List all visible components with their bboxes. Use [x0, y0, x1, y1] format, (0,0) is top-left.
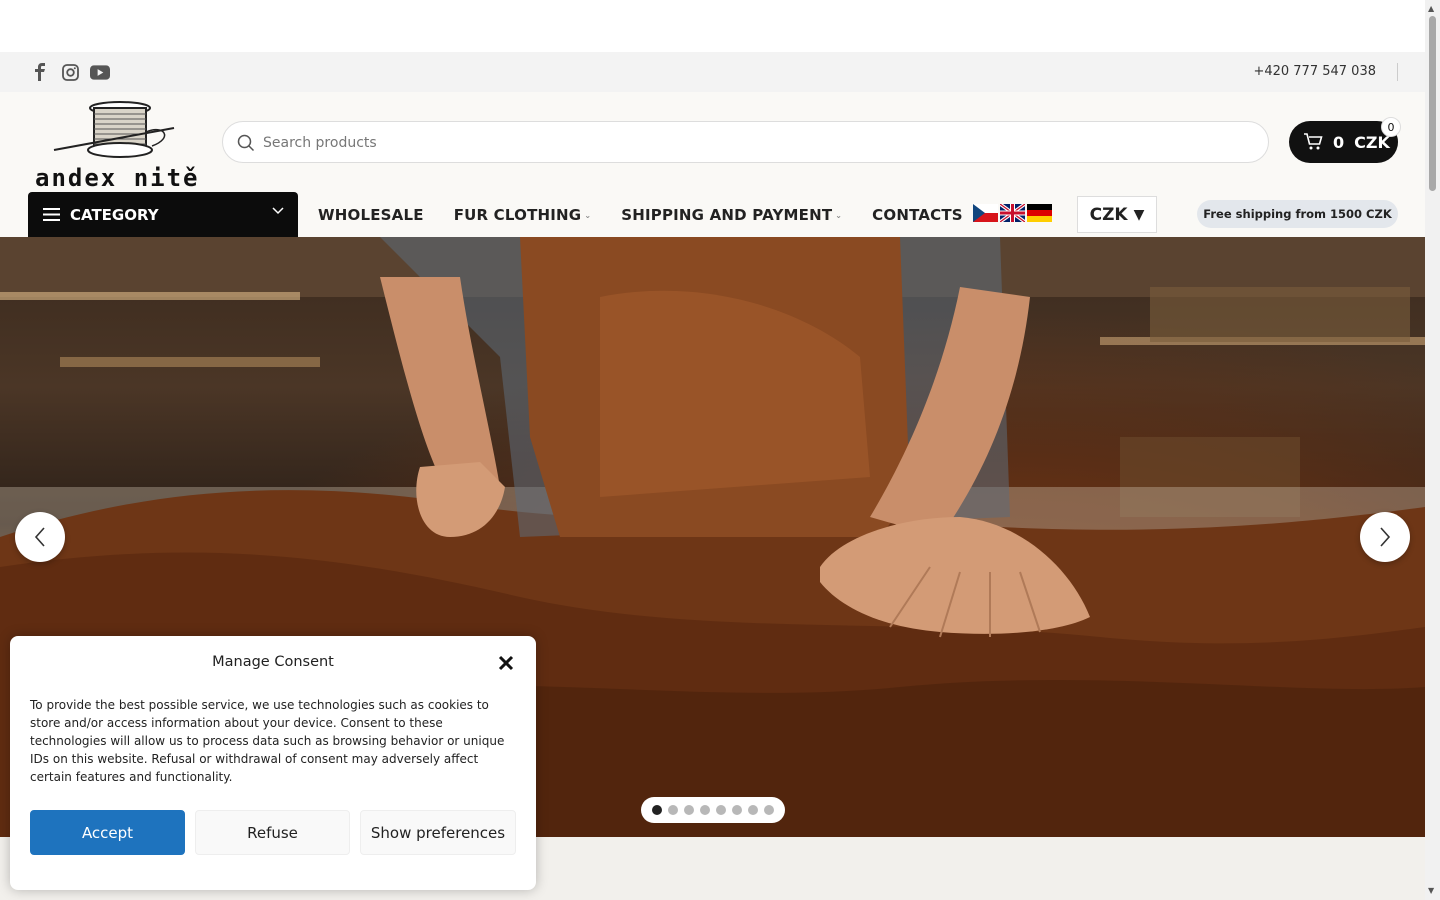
- consent-text: To provide the best possible service, we…: [30, 698, 505, 784]
- nav-item-contacts[interactable]: CONTACTS: [872, 206, 963, 224]
- slider-dot[interactable]: [716, 805, 726, 815]
- scroll-thumb[interactable]: [1429, 16, 1436, 191]
- hamburger-icon: [43, 208, 60, 221]
- slider-dot[interactable]: [700, 805, 710, 815]
- cart-icon: [1304, 133, 1323, 150]
- slider-dot[interactable]: [684, 805, 694, 815]
- language-switcher: [973, 204, 1052, 222]
- nav-item-fur-clothing[interactable]: FUR CLOTHING ⌄: [454, 206, 592, 224]
- currency-value: CZK: [1089, 204, 1128, 225]
- site-header: andex nitě 0 CZK 0 CATEGORY WHOLESALE FU…: [0, 92, 1425, 237]
- free-shipping-badge: Free shipping from 1500 CZK: [1197, 200, 1398, 228]
- consent-title: Manage Consent: [212, 654, 334, 670]
- category-label: CATEGORY: [70, 205, 159, 224]
- de-flag-icon[interactable]: [1027, 204, 1052, 222]
- scroll-down-arrow-icon[interactable]: ▼: [1428, 886, 1434, 895]
- accept-button[interactable]: Accept: [30, 810, 185, 855]
- nav-item-wholesale[interactable]: WHOLESALE: [318, 206, 424, 224]
- slider-prev-button[interactable]: [15, 512, 65, 562]
- currency-select[interactable]: CZK ▼: [1077, 196, 1157, 233]
- slider-dot[interactable]: [668, 805, 678, 815]
- site-logo[interactable]: andex nitě: [34, 98, 200, 192]
- svg-text:andex nitě: andex nitě: [35, 164, 200, 190]
- cz-flag-icon[interactable]: [973, 204, 998, 222]
- scroll-up-arrow-icon[interactable]: ▲: [1428, 4, 1434, 13]
- refuse-button[interactable]: Refuse: [195, 810, 350, 855]
- caret-down-icon: ▼: [1133, 206, 1145, 223]
- slider-dot[interactable]: [748, 805, 758, 815]
- category-menu-button[interactable]: CATEGORY: [28, 192, 298, 237]
- youtube-icon[interactable]: [90, 62, 110, 82]
- chevron-down-icon: [272, 207, 284, 215]
- divider: [1397, 63, 1398, 81]
- chevron-down-icon: ⌄: [835, 210, 843, 220]
- search-icon: [237, 134, 255, 152]
- page-scrollbar[interactable]: ▲ ▼: [1425, 0, 1440, 900]
- social-links: [30, 62, 110, 82]
- cart-count-badge: 0: [1381, 117, 1401, 137]
- chevron-down-icon: ⌄: [584, 210, 592, 220]
- chevron-left-icon: [34, 527, 45, 547]
- nav-item-shipping-and-payment[interactable]: SHIPPING AND PAYMENT ⌄: [621, 206, 842, 224]
- uk-flag-icon[interactable]: [1000, 204, 1025, 222]
- slider-pagination: [641, 797, 785, 823]
- slider-dot[interactable]: [732, 805, 742, 815]
- instagram-icon[interactable]: [60, 62, 80, 82]
- show-preferences-button[interactable]: Show preferences: [360, 810, 516, 855]
- slider-dot[interactable]: [764, 805, 774, 815]
- main-nav: WHOLESALE FUR CLOTHING ⌄ SHIPPING AND PAY…: [318, 206, 963, 224]
- top-bar: +420 777 547 038: [0, 52, 1425, 92]
- cart-amount: 0: [1333, 132, 1345, 152]
- slider-next-button[interactable]: [1360, 512, 1410, 562]
- cart-button[interactable]: 0 CZK 0: [1289, 117, 1401, 163]
- facebook-icon[interactable]: [30, 62, 50, 82]
- chevron-right-icon: [1380, 527, 1391, 547]
- slider-dot[interactable]: [652, 805, 662, 815]
- search-bar[interactable]: [222, 121, 1269, 163]
- search-input[interactable]: [263, 132, 1223, 154]
- close-icon[interactable]: [496, 653, 516, 673]
- phone-number[interactable]: +420 777 547 038: [1253, 64, 1376, 79]
- consent-dialog: Manage Consent To provide the best possi…: [10, 636, 536, 890]
